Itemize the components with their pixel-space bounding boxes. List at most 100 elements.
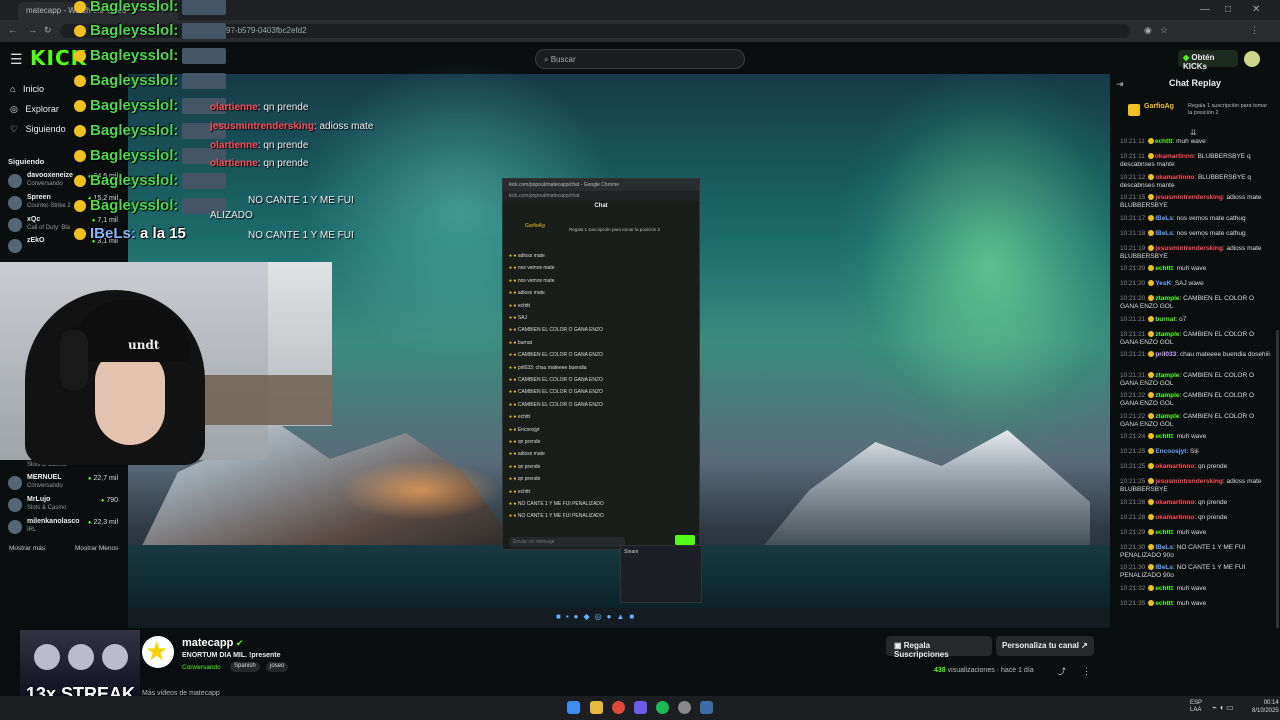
popout-title: kick.com/popout/matecapp/chat - Google C… — [503, 179, 699, 191]
pinned-gift-banner[interactable]: GarfioAg Regala 1 suscripción para tomar… — [1118, 100, 1272, 130]
overlay-spam-line: Bagleysslol: — [74, 22, 227, 40]
chat-username[interactable]: ztample — [1155, 372, 1179, 379]
obs-icon[interactable] — [678, 701, 691, 714]
popout-chat-window: kick.com/popout/matecapp/chat - Google C… — [502, 178, 700, 550]
steam-icon[interactable] — [700, 701, 713, 714]
emote-icon — [182, 0, 227, 16]
chat-timestamp: 10:21:28 — [1120, 513, 1146, 521]
badge-icon — [1148, 371, 1155, 378]
share-icon[interactable]: ⤴ — [1058, 666, 1066, 677]
more-options-icon[interactable]: ⋮ — [1082, 666, 1091, 677]
webcam-desk — [200, 375, 332, 425]
popout-pinned-text: Regala 1 suscripción para tomar la posic… — [569, 227, 661, 232]
chat-username[interactable]: IBeLs — [1155, 544, 1173, 551]
popout-chat-text: echttt — [517, 302, 531, 309]
chat-username[interactable]: echttt — [1155, 585, 1173, 592]
badge-icon — [74, 100, 86, 113]
system-tray-icons[interactable]: ⌁ ◖ ▭ — [1212, 703, 1234, 712]
scroll-down-icon[interactable]: ⇊ — [1190, 128, 1197, 137]
chat-username[interactable]: okamartinno — [1155, 463, 1194, 470]
back-icon[interactable]: ← — [8, 25, 17, 35]
overlay-user: Bagleysslol: — [90, 72, 179, 89]
overlay-user: olartienne — [210, 102, 258, 113]
chat-username[interactable]: IBeLs — [1155, 564, 1173, 571]
following-item[interactable]: MrLujo Slots & Casino 790 — [8, 496, 126, 518]
chat-username[interactable]: YesK — [1155, 280, 1171, 287]
chat-message: 10:21:19 jesusmintrendersking: adioss mat… — [1120, 245, 1270, 261]
user-avatar[interactable] — [1244, 51, 1260, 67]
popout-send-button[interactable] — [675, 535, 695, 545]
chat-username[interactable]: ztample — [1155, 331, 1179, 338]
forward-icon[interactable]: → — [28, 25, 37, 35]
discord-icon[interactable] — [634, 701, 647, 714]
chat-username[interactable]: echttt — [1155, 600, 1173, 607]
chat-username[interactable]: okamartinno — [1155, 174, 1194, 181]
chat-username[interactable]: okamartinno — [1155, 153, 1194, 160]
eye-icon[interactable]: ◉ — [1144, 25, 1152, 36]
following-category: Call of Duty: Bla — [27, 225, 71, 231]
show-more-link[interactable]: Mostrar más — [9, 545, 45, 552]
chat-username[interactable]: echttt — [1155, 265, 1173, 272]
chat-username[interactable]: echttt — [1155, 529, 1173, 536]
following-category: Conversando — [27, 483, 63, 489]
badge-icon — [1148, 315, 1155, 322]
nav-explorar[interactable]: ◎ Explorar — [10, 104, 59, 115]
browser-menu-icon[interactable]: ⋮ — [1250, 25, 1259, 36]
chat-timestamp: 10:21:20 — [1120, 280, 1146, 287]
gift-subs-button[interactable]: ▣ Regala Suscripciones — [886, 636, 992, 659]
reload-icon[interactable]: ↻ — [44, 25, 52, 36]
minimize-icon[interactable]: — — [1200, 4, 1210, 15]
chat-text: : muh wave — [1172, 138, 1206, 145]
chat-username[interactable]: IBeLs — [1155, 230, 1173, 237]
chat-username[interactable]: echttt — [1155, 433, 1173, 440]
maximize-icon[interactable]: □ — [1225, 4, 1231, 15]
chat-username[interactable]: IBeLs — [1155, 215, 1173, 222]
tag-chip[interactable]: joseo — [266, 662, 289, 672]
get-kicks-button[interactable]: ◆ Obtén KICKs — [1178, 50, 1238, 71]
popout-chat-line: ● ● CAMBIEN EL COLOR O GANA ENZO — [509, 377, 695, 387]
popout-chat-line: ● ● NO CANTE 1 Y ME FUI PENALIZADO — [509, 513, 695, 523]
spotify-icon[interactable] — [656, 701, 669, 714]
chrome-icon[interactable] — [612, 701, 625, 714]
customize-channel-button[interactable]: Personaliza tu canal ↗ — [996, 636, 1094, 656]
chat-username[interactable]: jesusmintrendersking — [1155, 245, 1223, 252]
popout-chat-line: ● ● echttt — [509, 489, 695, 499]
clock[interactable]: 00:14 8/10/2025 — [1252, 699, 1279, 715]
chat-username[interactable]: okamartinno — [1155, 499, 1194, 506]
badge-icon: ● ● — [509, 501, 518, 507]
language-indicator[interactable]: ESP LAA — [1190, 700, 1202, 714]
chat-username[interactable]: Encoosjyt — [1155, 448, 1186, 455]
chat-timestamp: 10:21:30 — [1120, 543, 1146, 551]
overlay-line: NO CANTE 1 Y ME FUI — [248, 195, 354, 206]
badge-icon: ● ● — [509, 513, 518, 520]
chat-username[interactable]: okamartinno — [1155, 514, 1194, 521]
following-item[interactable]: MERNUEL Conversando 22,7 mil — [8, 474, 126, 496]
chat-username[interactable]: echttt — [1155, 138, 1173, 145]
show-less-link[interactable]: Mostrar Menos — [75, 545, 118, 552]
overlay-user: Bagleysslol: — [90, 197, 179, 214]
chat-username[interactable]: pril033 — [1155, 351, 1176, 358]
start-icon[interactable] — [567, 701, 580, 714]
following-item[interactable]: milenkanolasco IRL 22,3 mil — [8, 518, 126, 540]
hamburger-menu-icon[interactable]: ☰ — [10, 51, 23, 68]
stream-category[interactable]: Conversando — [182, 664, 221, 671]
posted-time: hace 1 día — [1000, 667, 1034, 674]
badge-icon: ● ● — [509, 377, 518, 383]
chat-username[interactable]: ztample — [1155, 295, 1179, 302]
chat-username[interactable]: jesusmintrendersking — [1155, 194, 1223, 201]
chat-username[interactable]: ztample — [1155, 392, 1179, 399]
close-icon[interactable]: ✕ — [1252, 4, 1260, 15]
popout-message-input[interactable]: Enviar un mensaje — [509, 537, 625, 547]
chat-username[interactable]: burnat — [1155, 316, 1175, 323]
nav-siguiendo[interactable]: ♡ Siguiendo — [10, 124, 66, 135]
popout-chat-line: ● ● CAMBIEN EL COLOR O GANA ENZO — [509, 352, 695, 362]
chat-username[interactable]: ztample — [1155, 413, 1179, 420]
bookmark-star-icon[interactable]: ☆ — [1160, 25, 1168, 36]
tag-chip[interactable]: Spanish — [230, 662, 260, 672]
overlay-spam-line: Bagleysslol: — [74, 47, 227, 65]
nav-inicio[interactable]: ⌂ Inicio — [10, 84, 44, 94]
file-explorer-icon[interactable] — [590, 701, 603, 714]
chat-username[interactable]: jesusmintrendersking — [1155, 478, 1223, 485]
channel-name[interactable]: matecapp — [182, 637, 233, 649]
chat-scrollbar[interactable] — [1276, 330, 1279, 630]
